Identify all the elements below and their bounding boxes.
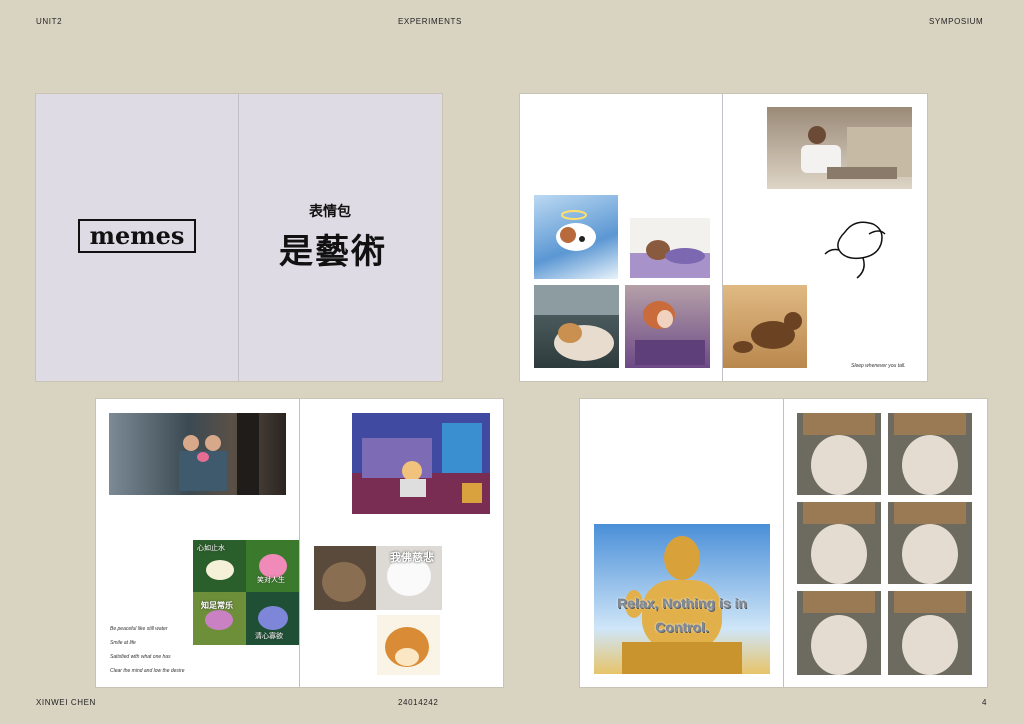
cat-and-dog-image: 我佛慈悲 xyxy=(314,546,442,610)
page-right: Sleep whenever you tall. xyxy=(723,94,927,381)
spread-zen: 心如止水 笑对人生 知足常乐 清心寡欲 Be peaceful like sti… xyxy=(96,399,503,687)
page-right xyxy=(784,399,987,687)
cn-title: 是藝術 xyxy=(279,232,387,272)
dog-meme-text: 我佛慈悲 xyxy=(390,552,434,564)
man-on-couch-image xyxy=(767,107,912,189)
lotus-grid-image: 心如止水 笑对人生 知足常乐 清心寡欲 xyxy=(193,540,299,645)
header-experiments: EXPERIMENTS xyxy=(398,17,462,26)
spread-title: memes 表情包 是藝術 xyxy=(36,94,442,381)
memes-title-box: memes xyxy=(78,219,196,253)
lotus-label-2: 笑对人生 xyxy=(257,577,285,584)
teddy-bear-image xyxy=(723,285,807,368)
bodhisattva-face-3 xyxy=(797,502,881,584)
bodhisattva-face-1 xyxy=(797,413,881,495)
page-right: 表情包 是藝術 xyxy=(239,94,442,381)
anime-girl-image xyxy=(625,285,710,368)
lotus-label-3: 知足常乐 xyxy=(201,601,233,610)
cn-subtitle: 表情包 xyxy=(309,204,351,220)
page-left: 心如止水 笑对人生 知足常乐 清心寡欲 Be peaceful like sti… xyxy=(96,399,300,687)
lotus-label-4: 清心寡欲 xyxy=(255,633,283,640)
shiba-image xyxy=(377,615,440,675)
bodhisattva-face-2 xyxy=(888,413,972,495)
bodhisattva-face-6 xyxy=(888,591,972,675)
header-unit: UNIT2 xyxy=(36,17,63,26)
page-left xyxy=(520,94,723,381)
sleep-caption: Sleep whenever you tall. xyxy=(851,363,906,369)
buddha-meme-image: Relax, Nothing is in Control. xyxy=(594,524,770,674)
cartoon-bedroom-image xyxy=(352,413,490,514)
zen-caption-3: Satisfied with what one has xyxy=(110,654,171,660)
buddha-meme-text: Relax, Nothing is in Control. xyxy=(617,595,747,635)
cat-sleeping-image xyxy=(534,285,619,368)
page-left: Relax, Nothing is in Control. xyxy=(580,399,784,687)
footer-author: XINWEI CHEN xyxy=(36,698,96,707)
page-right: 我佛慈悲 xyxy=(300,399,503,687)
spread-buddha: Relax, Nothing is in Control. xyxy=(580,399,987,687)
meditating-man-image xyxy=(109,413,286,495)
lotus-label-1: 心如止水 xyxy=(197,545,225,552)
bodhisattva-face-4 xyxy=(888,502,972,584)
footer-student-id: 24014242 xyxy=(398,698,439,707)
header-symposium: SYMPOSIUM xyxy=(929,17,984,26)
zen-caption-2: Smile at life xyxy=(110,640,136,646)
spread-sleep: Sleep whenever you tall. xyxy=(520,94,927,381)
footer-page-number: 4 xyxy=(982,698,988,707)
dancing-bunny-image xyxy=(815,204,895,284)
page-left: memes xyxy=(36,94,239,381)
sleeping-man-image xyxy=(630,218,710,278)
bodhisattva-face-5 xyxy=(797,591,881,675)
angel-dog-image xyxy=(534,195,618,279)
zen-caption-4: Clear the mind and low the desire xyxy=(110,668,185,674)
zen-caption-1: Be peaceful like still water xyxy=(110,626,168,632)
